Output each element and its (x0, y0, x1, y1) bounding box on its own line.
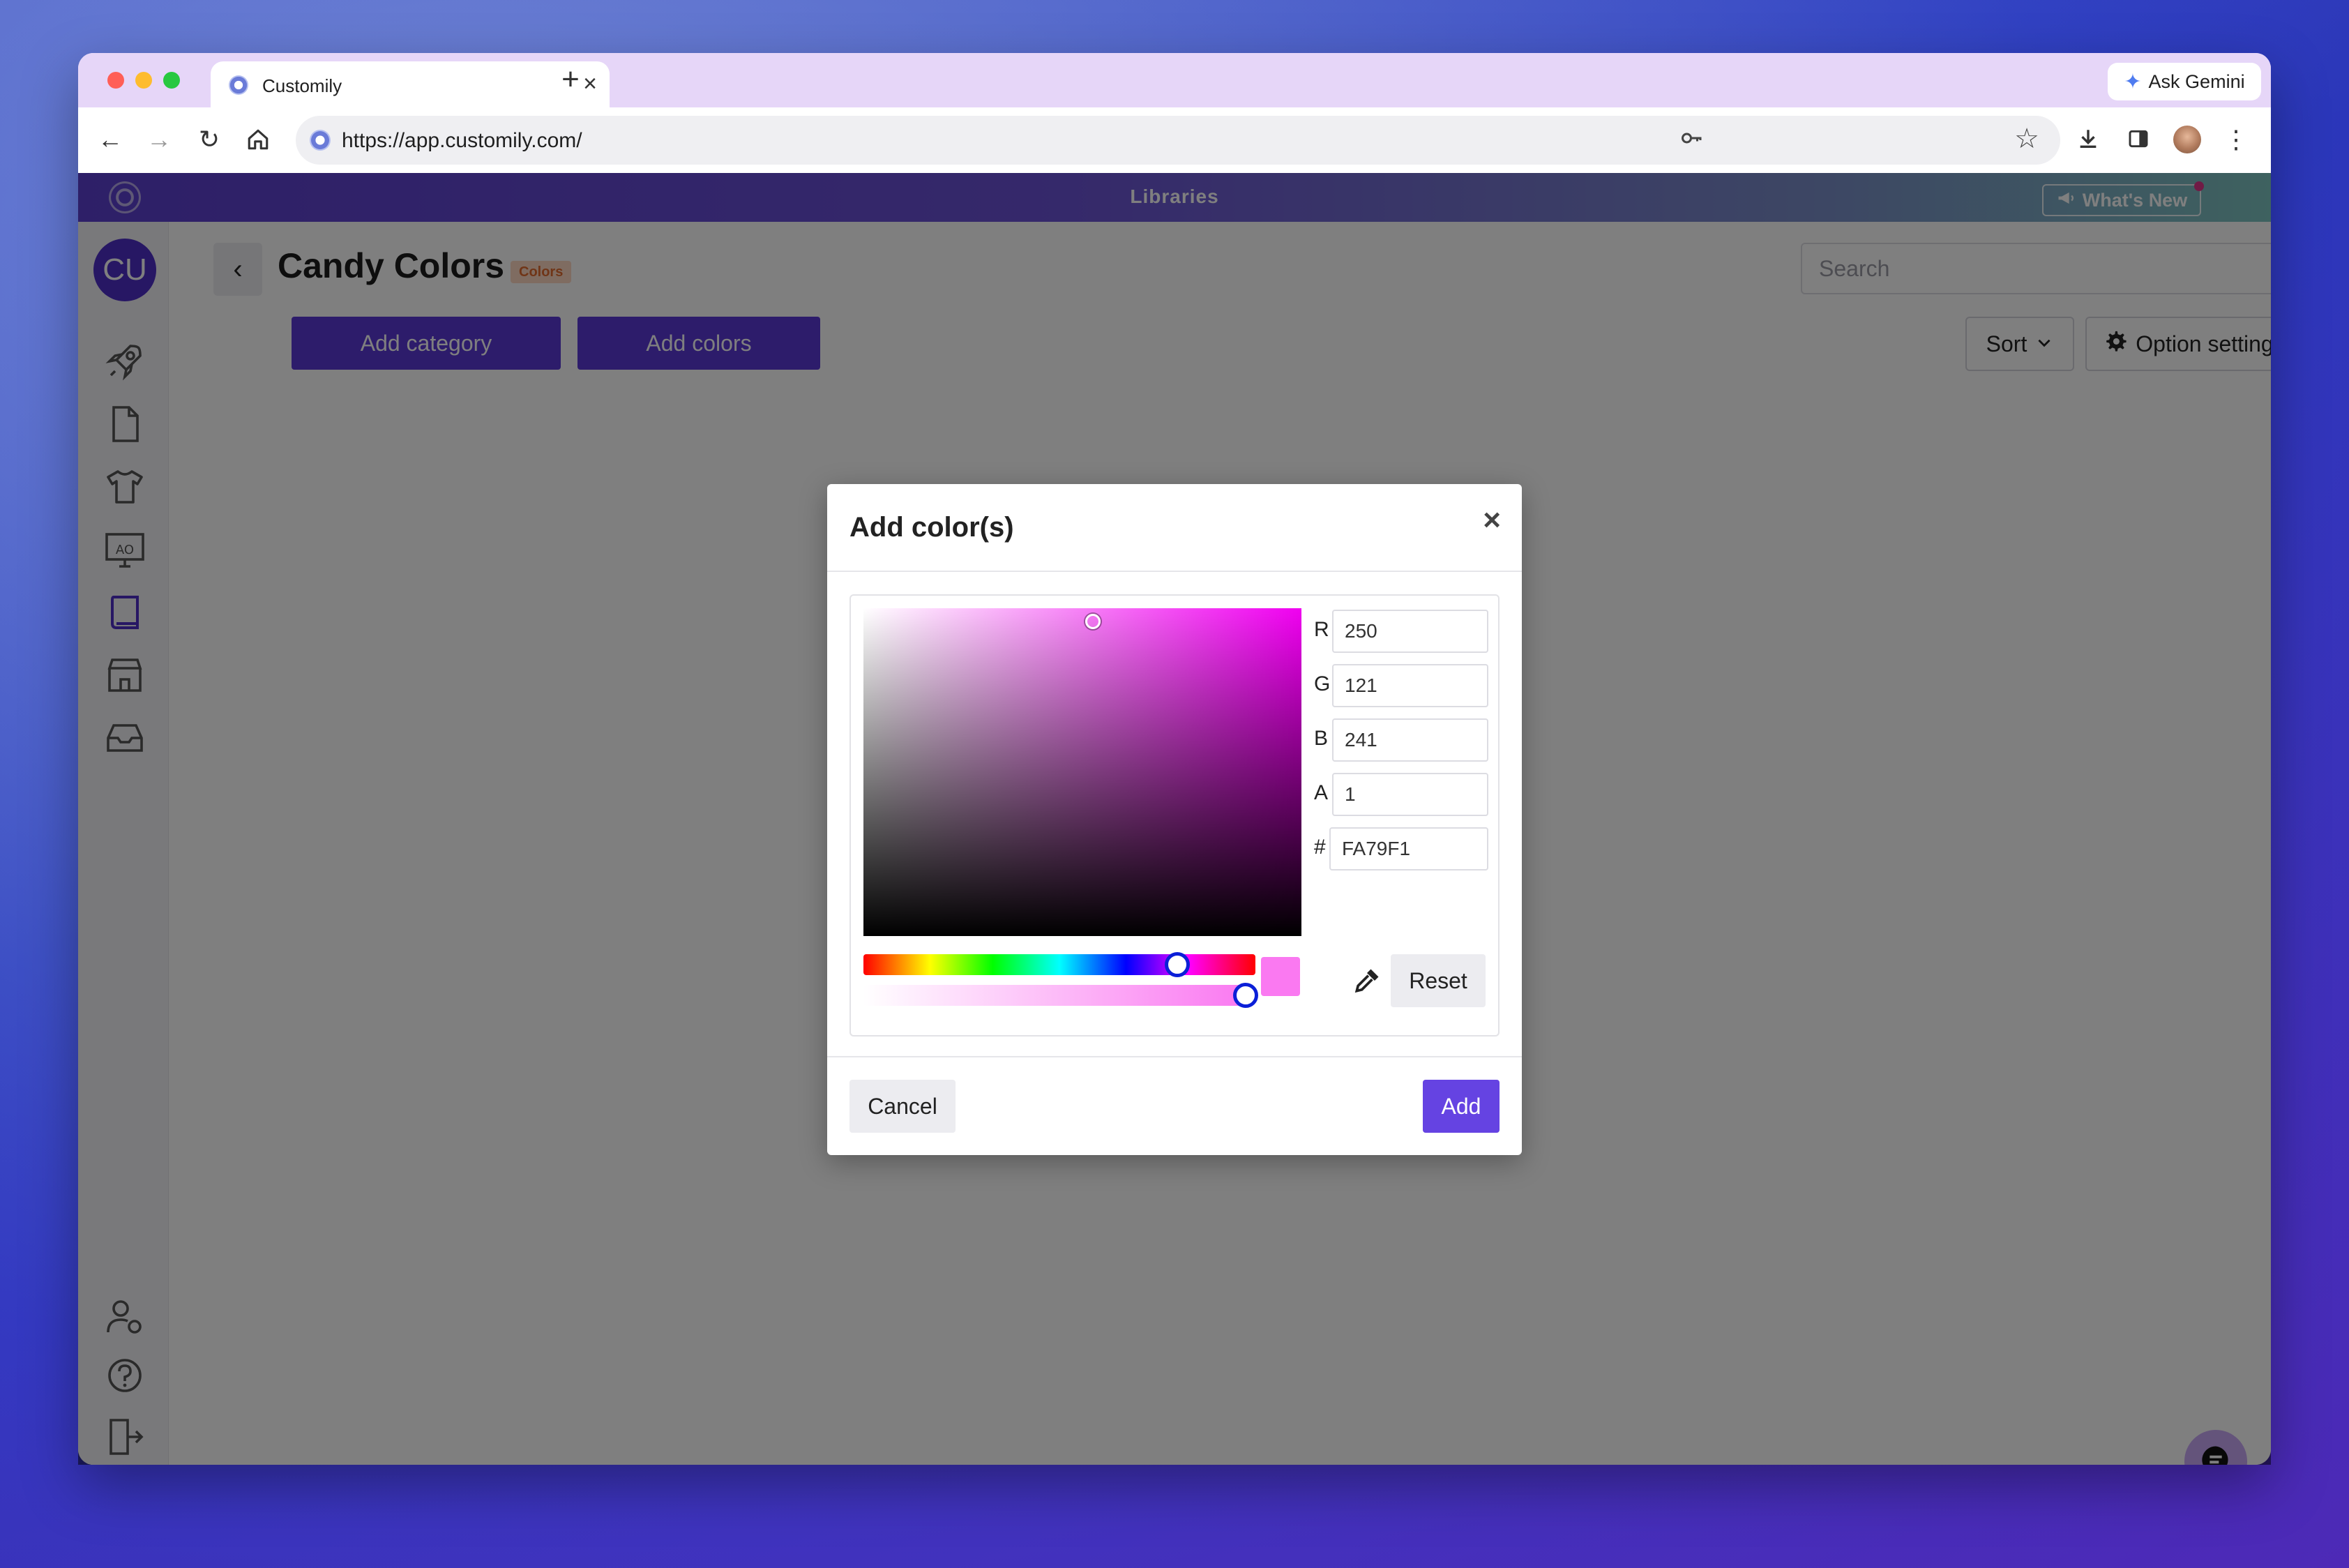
key-icon[interactable] (1679, 126, 1705, 156)
maximize-window-button[interactable] (163, 72, 180, 89)
cancel-button[interactable]: Cancel (849, 1080, 956, 1133)
saturation-value-area[interactable] (863, 608, 1301, 936)
address-bar[interactable]: https://app.customily.com/ ☆ (296, 116, 2060, 165)
dialog-footer: Cancel Add (827, 1056, 1522, 1155)
browser-toolbar: ← → ↻ https://app.customily.com/ ☆ ⋮ (78, 107, 2271, 173)
dialog-title: Add color(s) (849, 512, 1014, 543)
add-colors-dialog: Add color(s) × R G B A # Reset Cancel Ad… (827, 484, 1522, 1155)
close-window-button[interactable] (107, 72, 124, 89)
color-picker: R G B A # Reset (849, 594, 1500, 1036)
close-icon[interactable]: × (1483, 505, 1501, 536)
selected-color-swatch (1261, 957, 1300, 996)
g-label: G (1314, 672, 1331, 695)
dialog-header: Add color(s) × (827, 484, 1522, 572)
tab-strip: Customily × + ✦ Ask Gemini (78, 53, 2271, 107)
menu-icon[interactable]: ⋮ (2216, 120, 2256, 159)
tab-title: Customily (262, 75, 342, 96)
url-text[interactable]: https://app.customily.com/ (342, 129, 582, 153)
red-field[interactable] (1332, 610, 1488, 653)
hue-slider-handle[interactable] (1165, 952, 1190, 977)
hex-field[interactable] (1329, 827, 1488, 870)
alpha-slider[interactable] (863, 985, 1246, 1006)
download-icon[interactable] (2069, 120, 2108, 162)
b-label: B (1314, 727, 1329, 750)
reset-button[interactable]: Reset (1391, 954, 1486, 1007)
customily-favicon-icon (229, 75, 248, 95)
forward-icon[interactable]: → (141, 121, 177, 158)
gemini-sparkle-icon: ✦ (2124, 70, 2142, 93)
star-icon[interactable]: ☆ (2014, 123, 2039, 155)
alpha-slider-handle[interactable] (1233, 983, 1258, 1008)
home-icon[interactable] (240, 121, 276, 158)
hex-label: # (1314, 836, 1326, 859)
add-button[interactable]: Add (1423, 1080, 1500, 1133)
profile-avatar[interactable] (2173, 126, 2201, 153)
ask-gemini-label: Ask Gemini (2148, 70, 2245, 92)
hue-slider[interactable] (863, 954, 1255, 975)
r-label: R (1314, 618, 1329, 641)
eyedropper-icon[interactable] (1352, 965, 1382, 996)
green-field[interactable] (1332, 664, 1488, 707)
minimize-window-button[interactable] (135, 72, 152, 89)
alpha-field[interactable] (1332, 773, 1488, 816)
sidepanel-icon[interactable] (2119, 120, 2158, 161)
back-icon[interactable]: ← (92, 121, 128, 158)
a-label: A (1314, 781, 1329, 804)
reload-icon[interactable]: ↻ (191, 121, 227, 158)
saturation-cursor[interactable] (1085, 614, 1101, 629)
site-info-icon[interactable] (310, 130, 331, 151)
ask-gemini-button[interactable]: ✦ Ask Gemini (2108, 63, 2261, 100)
new-tab-button[interactable]: + (550, 60, 591, 99)
blue-field[interactable] (1332, 718, 1488, 762)
